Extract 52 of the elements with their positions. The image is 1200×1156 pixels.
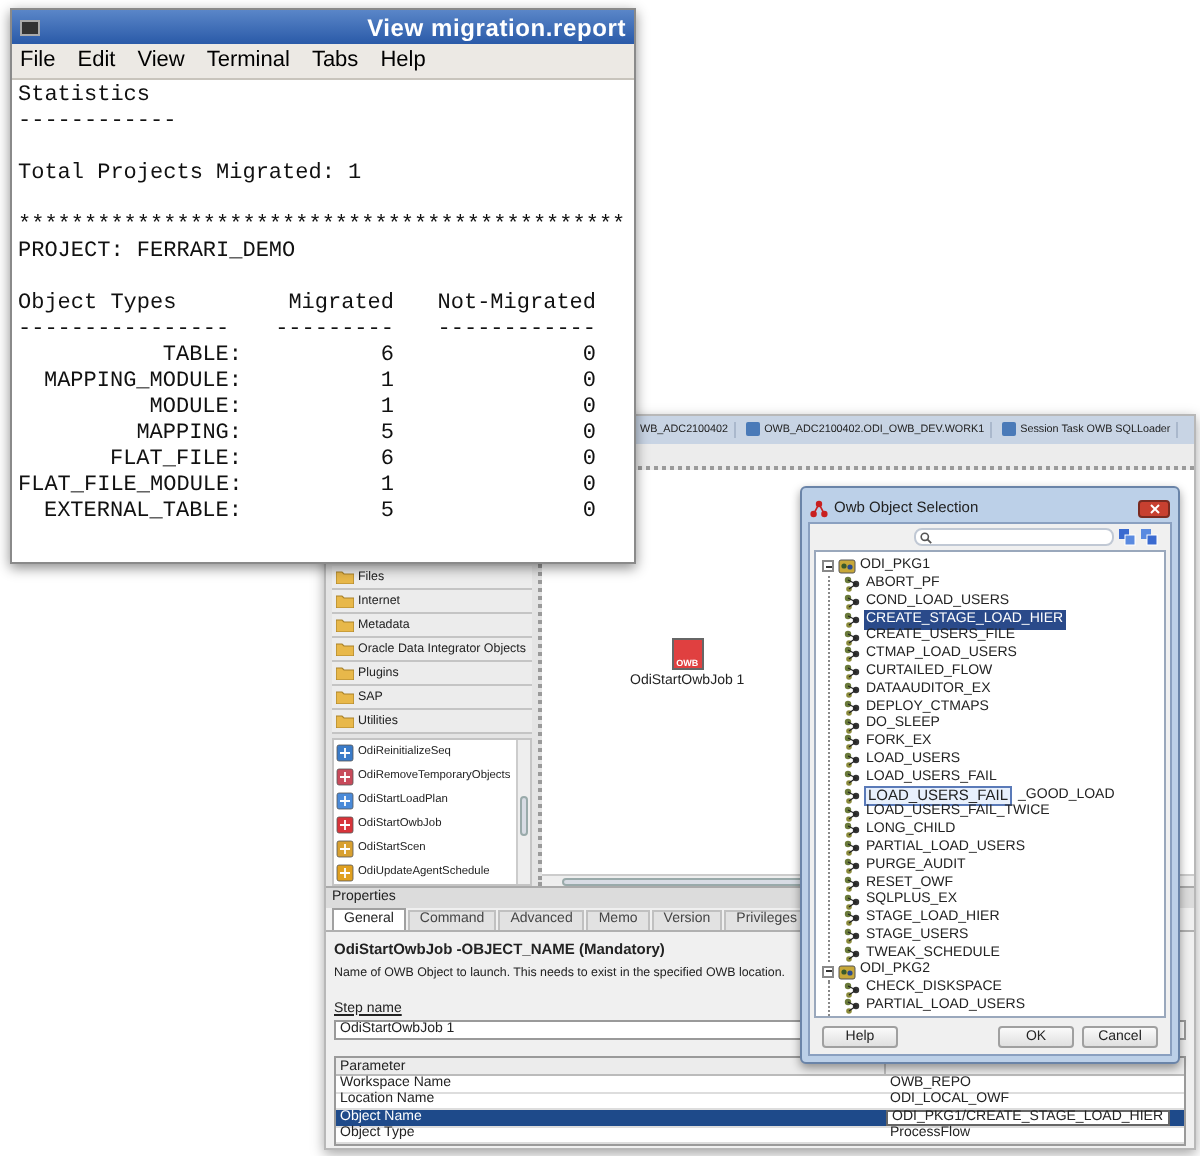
table-cell-text: 0 — [580, 344, 596, 370]
table-cell-text: 5 — [378, 500, 394, 526]
menu-item[interactable]: View — [137, 50, 185, 72]
report-line: ********************************************** — [18, 214, 626, 240]
table-cell-text: 1 — [378, 396, 394, 422]
table-cell-text: 0 — [580, 396, 596, 422]
column-rule: ------------ — [435, 318, 596, 344]
expander-icon[interactable] — [822, 560, 834, 573]
table-cell-text: 0 — [580, 422, 596, 448]
package-icon — [838, 558, 856, 575]
table-cell: FLAT_FILE_MODULE: — [18, 474, 242, 500]
search-icon — [920, 531, 932, 543]
menu-item[interactable]: File — [20, 50, 56, 72]
close-icon — [1149, 503, 1159, 513]
table-cell-text: FLAT_FILE: — [107, 448, 242, 474]
table-cell-text: 6 — [378, 344, 394, 370]
table-cell-text: MAPPING_MODULE: — [41, 370, 242, 396]
table-cell-text: MODULE: — [147, 396, 242, 422]
menu-item[interactable]: Terminal — [206, 50, 290, 72]
table-cell-text: 0 — [580, 370, 596, 396]
table-cell-text: 0 — [580, 500, 596, 526]
table-cell-text: 1 — [378, 370, 394, 396]
table-cell-text: 0 — [580, 474, 596, 500]
expand-all-icon[interactable] — [1118, 528, 1136, 546]
table-cell-text: 6 — [378, 448, 394, 474]
menu-item[interactable]: Tabs — [311, 50, 359, 72]
menu-item[interactable]: Edit — [77, 50, 116, 72]
report-line: PROJECT: FERRARI_DEMO — [18, 240, 296, 266]
column-header: Not-Migrated — [435, 292, 596, 318]
table-cell-text: EXTERNAL_TABLE: — [41, 500, 242, 526]
table-cell-text: TABLE: — [160, 344, 242, 370]
column-header: Object Types — [18, 292, 179, 318]
window-title: View migration.report — [367, 15, 626, 39]
column-rule: --------- — [273, 318, 394, 344]
report-line: ------------ — [18, 110, 177, 136]
table-cell-text: 1 — [378, 474, 394, 500]
expander-icon[interactable] — [822, 965, 834, 978]
column-header: Migrated — [286, 292, 394, 318]
report-line: Total Projects Migrated: 1 — [18, 162, 362, 188]
column-rule: ---------------- — [18, 318, 232, 344]
table-cell-text: 5 — [378, 422, 394, 448]
close-button[interactable] — [1138, 499, 1170, 517]
report-line: Statistics — [18, 84, 151, 110]
search-field[interactable] — [914, 528, 1114, 546]
table-cell-text: 0 — [580, 448, 596, 474]
menu-item[interactable]: Help — [380, 50, 426, 72]
collapse-all-icon[interactable] — [1140, 528, 1158, 546]
package-icon — [838, 963, 856, 980]
scrollbar[interactable] — [516, 740, 530, 884]
network-icon — [810, 499, 828, 517]
terminal-app-icon — [20, 19, 40, 35]
table-cell-text: MAPPING: — [134, 422, 242, 448]
